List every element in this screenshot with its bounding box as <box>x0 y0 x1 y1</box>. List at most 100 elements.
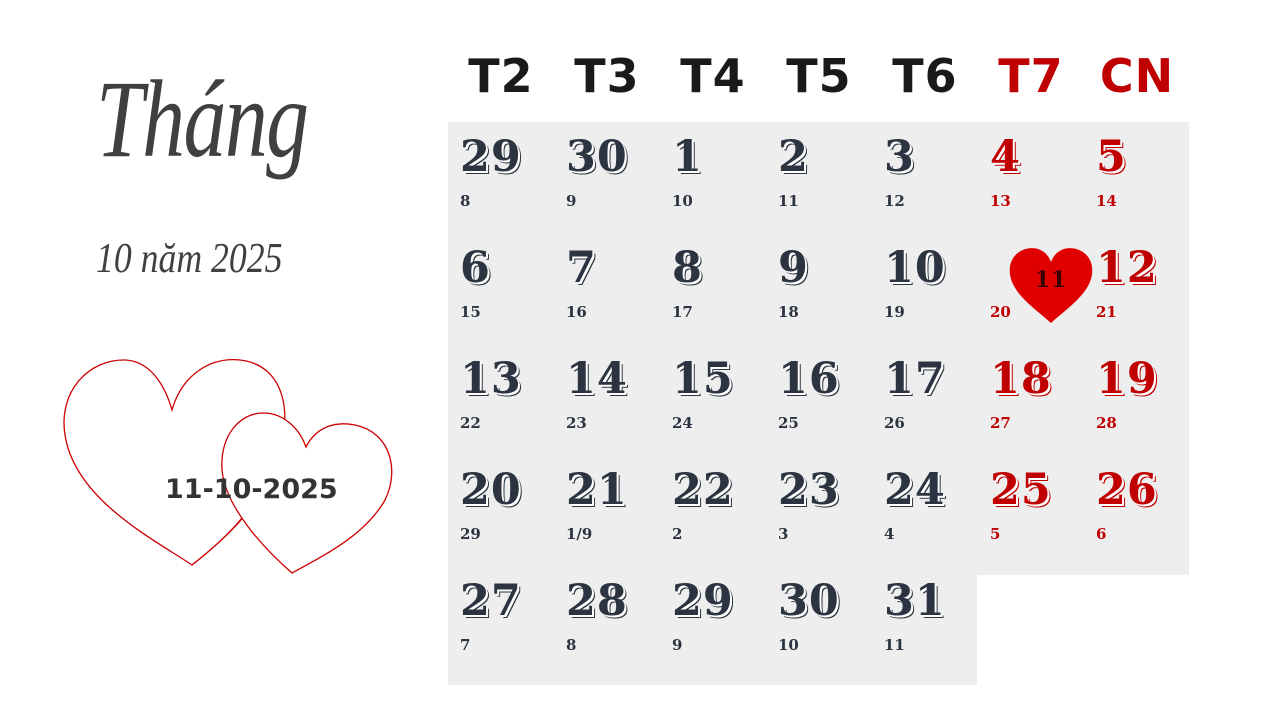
day-cell[interactable]: 7 16 <box>554 233 660 344</box>
solar-day-number: 25 <box>990 465 1052 515</box>
solar-day-number: 9 <box>778 243 809 293</box>
month-title: Tháng <box>96 58 309 180</box>
lunar-day-number: 19 <box>884 303 905 321</box>
event-date-label: 11-10-2025 <box>165 474 338 505</box>
day-cell[interactable]: 29 9 <box>660 566 766 677</box>
month-year-subtitle: 10 năm 2025 <box>96 236 283 282</box>
day-cell[interactable]: 27 7 <box>448 566 554 677</box>
day-cell[interactable]: 29 8 <box>448 122 554 233</box>
day-cell[interactable]: 31 11 <box>872 566 978 677</box>
weekday-mon: T2 <box>468 49 534 103</box>
solar-day-number: 22 <box>672 465 734 515</box>
day-cell[interactable]: 24 4 <box>872 455 978 566</box>
lunar-day-number: 2 <box>672 525 683 543</box>
solar-day-number: 20 <box>460 465 522 515</box>
day-cell[interactable]: 3 12 <box>872 122 978 233</box>
weekday-fri: T6 <box>892 49 958 103</box>
lunar-day-number: 4 <box>884 525 895 543</box>
day-cell[interactable]: 2 11 <box>766 122 872 233</box>
double-heart-outline-icon <box>63 359 393 574</box>
lunar-day-number: 7 <box>460 636 471 654</box>
lunar-day-number: 11 <box>884 636 905 654</box>
day-cell[interactable]: 30 10 <box>766 566 872 677</box>
lunar-day-number: 9 <box>672 636 683 654</box>
day-cell[interactable]: 26 6 <box>1084 455 1190 566</box>
solar-day-number: 10 <box>884 243 946 293</box>
solar-day-number: 18 <box>990 354 1052 404</box>
lunar-day-number: 25 <box>778 414 799 432</box>
solar-day-number: 27 <box>460 576 522 626</box>
solar-day-number: 31 <box>884 576 946 626</box>
day-cell[interactable]: 14 23 <box>554 344 660 455</box>
day-cell[interactable]: 5 14 <box>1084 122 1190 233</box>
lunar-day-number: 18 <box>778 303 799 321</box>
solar-day-number: 11 <box>1034 267 1068 293</box>
day-cell[interactable]: 16 25 <box>766 344 872 455</box>
solar-day-number: 7 <box>566 243 597 293</box>
lunar-day-number: 11 <box>778 192 799 210</box>
day-cell[interactable]: 8 17 <box>660 233 766 344</box>
solar-day-number: 26 <box>1096 465 1158 515</box>
lunar-day-number: 22 <box>460 414 481 432</box>
weekday-header: T2 T3 T4 T5 T6 T7 CN <box>448 48 1189 104</box>
lunar-day-number: 8 <box>460 192 471 210</box>
lunar-day-number: 3 <box>778 525 789 543</box>
day-cell[interactable]: 9 18 <box>766 233 872 344</box>
weekday-tue: T3 <box>574 49 640 103</box>
day-cell[interactable]: 30 9 <box>554 122 660 233</box>
day-cell-highlighted[interactable]: 11 20 <box>978 233 1093 344</box>
day-cell[interactable]: 19 28 <box>1084 344 1190 455</box>
solar-day-number: 19 <box>1096 354 1158 404</box>
lunar-day-number: 12 <box>884 192 905 210</box>
day-cell[interactable]: 13 22 <box>448 344 554 455</box>
lunar-day-number: 8 <box>566 636 577 654</box>
lunar-day-number: 24 <box>672 414 693 432</box>
solar-day-number: 6 <box>460 243 491 293</box>
solar-day-number: 4 <box>990 132 1021 182</box>
solar-day-number: 21 <box>566 465 628 515</box>
lunar-day-number: 29 <box>460 525 481 543</box>
day-cell[interactable]: 18 27 <box>978 344 1084 455</box>
lunar-day-number: 21 <box>1096 303 1117 321</box>
day-cell[interactable]: 25 5 <box>978 455 1084 566</box>
solar-day-number: 13 <box>460 354 522 404</box>
lunar-day-number: 13 <box>990 192 1011 210</box>
day-cell[interactable]: 21 1/9 <box>554 455 660 566</box>
day-cell[interactable]: 28 8 <box>554 566 660 677</box>
solar-day-number: 17 <box>884 354 946 404</box>
day-cell[interactable]: 10 19 <box>872 233 978 344</box>
solar-day-number: 12 <box>1096 243 1158 293</box>
lunar-day-number: 15 <box>460 303 481 321</box>
day-cell[interactable]: 12 21 <box>1084 233 1190 344</box>
day-cell[interactable]: 6 15 <box>448 233 554 344</box>
solar-day-number: 24 <box>884 465 946 515</box>
solar-day-number: 16 <box>778 354 840 404</box>
lunar-day-number: 27 <box>990 414 1011 432</box>
day-cell[interactable]: 23 3 <box>766 455 872 566</box>
lunar-day-number: 20 <box>990 303 1011 321</box>
solar-day-number: 23 <box>778 465 840 515</box>
lunar-day-number: 23 <box>566 414 587 432</box>
solar-day-number: 5 <box>1096 132 1127 182</box>
weekday-sat: T7 <box>998 49 1064 103</box>
solar-day-number: 29 <box>672 576 734 626</box>
day-cell[interactable]: 17 26 <box>872 344 978 455</box>
lunar-day-number: 14 <box>1096 192 1117 210</box>
weekday-sun: CN <box>1099 49 1175 103</box>
day-cell[interactable]: 22 2 <box>660 455 766 566</box>
calendar-grid: 29 8 30 9 1 10 2 11 3 12 4 13 5 14 6 15 7 16 8 17 9 18 10 19 11 2… <box>448 122 1189 677</box>
day-cell[interactable]: 1 10 <box>660 122 766 233</box>
solar-day-number: 14 <box>566 354 628 404</box>
solar-day-number: 8 <box>672 243 703 293</box>
lunar-day-number: 1/9 <box>566 525 593 543</box>
solar-day-number: 29 <box>460 132 522 182</box>
lunar-day-number: 10 <box>672 192 693 210</box>
day-cell[interactable]: 20 29 <box>448 455 554 566</box>
weekday-wed: T4 <box>680 49 746 103</box>
lunar-day-number: 26 <box>884 414 905 432</box>
solar-day-number: 28 <box>566 576 628 626</box>
day-cell[interactable]: 15 24 <box>660 344 766 455</box>
day-cell[interactable]: 4 13 <box>978 122 1084 233</box>
solar-day-number: 2 <box>778 132 809 182</box>
lunar-day-number: 9 <box>566 192 577 210</box>
